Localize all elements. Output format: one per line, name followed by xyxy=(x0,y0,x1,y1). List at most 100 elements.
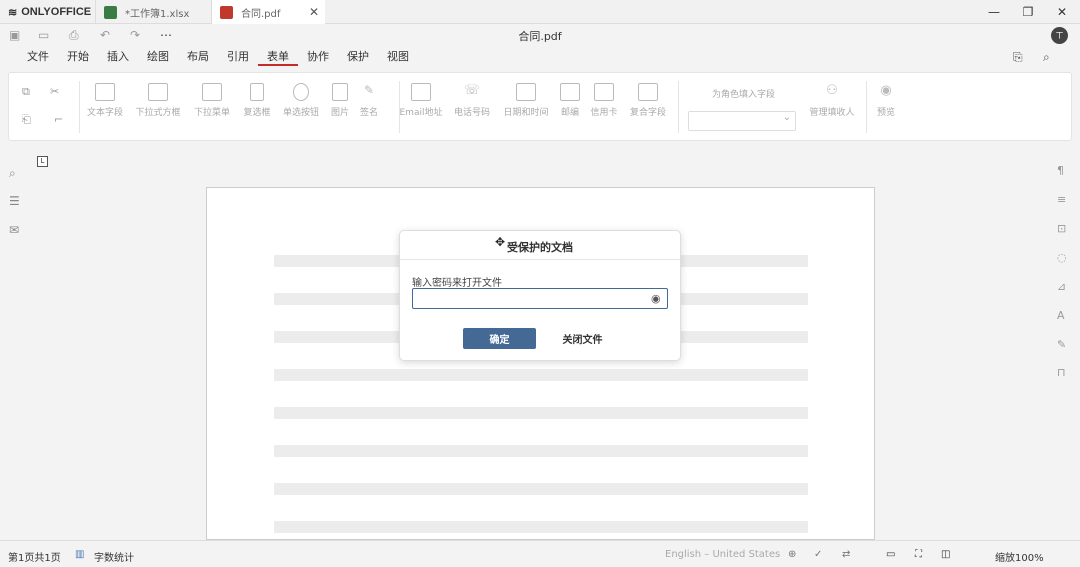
phone-field-button[interactable]: ☏ 电话号码 xyxy=(447,83,497,118)
dialog-title: 受保护的文档 xyxy=(507,241,573,254)
divider xyxy=(400,259,680,260)
close-window-button[interactable]: ✕ xyxy=(1045,0,1079,24)
tab-label: 合同.pdf xyxy=(241,8,281,20)
signature-button[interactable]: ✎ 签名 xyxy=(344,83,394,118)
image-settings-icon[interactable]: ⊡ xyxy=(1057,222,1066,235)
move-cursor-icon: ✥ xyxy=(495,235,506,249)
comments-icon[interactable]: ✉ xyxy=(9,223,19,237)
password-input[interactable] xyxy=(412,288,668,309)
zoom-level[interactable]: 缩放100% xyxy=(995,549,1044,564)
credit-card-button[interactable]: 信用卡 xyxy=(579,83,629,118)
menu-tabs: 文件 开始 插入 绘图 布局 引用 表单 协作 保护 视图 xyxy=(18,48,418,66)
paragraph-settings-icon[interactable]: ¶ xyxy=(1057,164,1064,177)
copy-icon[interactable]: ⧉ xyxy=(22,85,30,99)
tab-file[interactable]: 文件 xyxy=(18,48,58,66)
restore-button[interactable]: ❐ xyxy=(1011,0,1045,24)
minimize-button[interactable]: — xyxy=(977,0,1011,24)
tab-references[interactable]: 引用 xyxy=(218,48,258,66)
word-count-button[interactable]: 字数统计 xyxy=(94,549,134,564)
paste-icon[interactable]: ⎗ xyxy=(22,113,31,127)
brand-name: ONLYOFFICE xyxy=(21,6,92,18)
placeholder-line xyxy=(274,521,808,533)
tab-insert[interactable]: 插入 xyxy=(98,48,138,66)
search-icon[interactable]: ⌕ xyxy=(9,166,16,181)
globe-icon[interactable]: ⊕ xyxy=(788,549,796,560)
search-icon[interactable]: ⌕ xyxy=(1043,50,1050,65)
fit-page-icon[interactable]: ▭ xyxy=(886,549,895,560)
divider xyxy=(678,81,679,133)
spellcheck-icon[interactable]: ✓ xyxy=(814,549,822,560)
placeholder-line xyxy=(274,407,808,419)
combo-box-button[interactable]: 下拉式方框 xyxy=(133,83,183,118)
select-all-icon[interactable]: ⌐ xyxy=(54,113,63,126)
checkbox-button[interactable]: 复选框 xyxy=(232,83,282,118)
credit-card-icon xyxy=(594,83,614,101)
close-file-button[interactable]: 关闭文件 xyxy=(546,328,619,349)
ok-button[interactable]: 确定 xyxy=(463,328,536,349)
spreadsheet-icon xyxy=(104,5,117,19)
form-settings-icon[interactable]: ⊓ xyxy=(1057,366,1066,379)
text-art-icon[interactable]: A xyxy=(1057,309,1065,322)
tab-forms[interactable]: 表单 xyxy=(258,48,298,66)
protected-document-dialog: 受保护的文档 输入密码来打开文件 ◉ 确定 关闭文件 xyxy=(399,230,681,361)
text-field-icon xyxy=(95,83,115,101)
chart-settings-icon[interactable]: ⊿ xyxy=(1057,280,1066,293)
tab-draw[interactable]: 绘图 xyxy=(138,48,178,66)
button-label: 预览 xyxy=(876,108,895,118)
open-location-icon[interactable]: ⎘ xyxy=(1013,50,1023,65)
navigation-icon[interactable]: ☰ xyxy=(9,194,20,208)
complex-field-button[interactable]: 复合字段 xyxy=(623,83,673,118)
button-label: 签名 xyxy=(359,108,378,118)
tab-contract-pdf[interactable]: 合同.pdf ✕ xyxy=(211,0,325,24)
role-select[interactable] xyxy=(688,111,796,131)
page-indicator[interactable]: 第1页共1页 xyxy=(8,549,61,564)
email-field-button[interactable]: Email地址 xyxy=(396,83,446,118)
button-label: 下拉式方框 xyxy=(135,108,181,118)
combo-box-icon xyxy=(148,83,168,101)
language-label[interactable]: English – United States xyxy=(665,549,780,560)
tab-layout[interactable]: 布局 xyxy=(178,48,218,66)
signature-icon: ✎ xyxy=(363,83,375,97)
status-bar: 第1页共1页 ▥ 字数统计 English – United States ⊕ … xyxy=(0,540,1080,567)
checkbox-icon xyxy=(250,83,264,101)
tab-label: *工作簿1.xlsx xyxy=(125,8,190,20)
shape-settings-icon[interactable]: ◌ xyxy=(1057,251,1067,264)
tab-workbook[interactable]: *工作簿1.xlsx xyxy=(95,0,210,24)
radio-icon xyxy=(293,83,309,101)
title-tab-bar: ≋ ONLYOFFICE *工作簿1.xlsx 合同.pdf ✕ — ❐ ✕ xyxy=(0,0,1080,24)
close-tab-icon[interactable]: ✕ xyxy=(309,5,319,19)
avatar[interactable]: ㄒ xyxy=(1051,27,1068,44)
word-count-icon: ▥ xyxy=(75,549,85,560)
tab-stop-icon[interactable]: L xyxy=(37,156,48,167)
eye-icon: ◉ xyxy=(880,83,892,98)
tab-protection[interactable]: 保护 xyxy=(338,48,378,66)
tab-view[interactable]: 视图 xyxy=(378,48,418,66)
button-label: 日期和时间 xyxy=(503,108,549,118)
zoom-out-icon[interactable]: ◫ xyxy=(941,549,950,560)
calendar-icon xyxy=(516,83,536,101)
role-label: 为角色填入字段 xyxy=(712,90,776,100)
users-icon: ⚇ xyxy=(826,83,838,98)
tab-collaboration[interactable]: 协作 xyxy=(298,48,338,66)
password-label: 输入密码来打开文件 xyxy=(412,278,502,289)
placeholder-line xyxy=(274,483,808,495)
cut-icon[interactable]: ✂ xyxy=(50,85,59,98)
placeholder-line xyxy=(274,445,808,457)
signature-settings-icon[interactable]: ✎ xyxy=(1057,338,1066,351)
pdf-icon xyxy=(220,5,233,19)
tab-home[interactable]: 开始 xyxy=(58,48,98,66)
preview-button[interactable]: ◉ 预览 xyxy=(861,83,911,118)
dropdown-button[interactable]: 下拉菜单 xyxy=(187,83,237,118)
show-password-icon[interactable]: ◉ xyxy=(651,292,661,305)
document-title: 合同.pdf xyxy=(518,30,562,43)
manage-roles-button[interactable]: ⚇ 管理填收人 xyxy=(804,83,860,118)
email-icon xyxy=(411,83,431,101)
track-changes-icon[interactable]: ⇄ xyxy=(842,549,850,560)
date-time-button[interactable]: 日期和时间 xyxy=(501,83,551,118)
fit-width-icon[interactable]: ⛶ xyxy=(915,549,922,560)
brand-logo[interactable]: ≋ ONLYOFFICE xyxy=(8,4,91,20)
text-field-button[interactable]: 文本字段 xyxy=(80,83,130,118)
complex-field-icon xyxy=(638,83,658,101)
table-settings-icon[interactable]: ≡ xyxy=(1057,193,1066,206)
button-label: 复选框 xyxy=(243,108,271,118)
